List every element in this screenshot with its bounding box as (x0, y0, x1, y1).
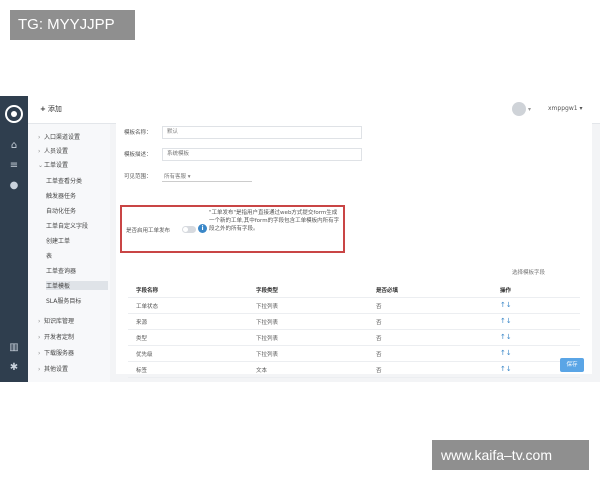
sidebar-item-developer[interactable]: › 开发者定制 (38, 332, 74, 341)
main-panel: 模板名称： 默认 模板描述： 系统模板 可见范围： 所有客服 ▾ 是否启用工单发… (116, 120, 592, 378)
sidebar-item-label: 开发者定制 (44, 334, 75, 341)
sidebar-subitem-ticket-view[interactable]: 工单查看分类 (46, 176, 108, 185)
sidebar-item-staff[interactable]: › 人员设置 (38, 146, 68, 155)
app-window: ⌂ ≡ ● ▥ ✱ + 添加 ▾ xmppgw1 ▾ › 入口渠道设置 › 人员设置 … (0, 96, 600, 382)
template-desc-label: 模板描述： (124, 152, 152, 158)
table-header: 字段名称 字段类型 是否必填 操作 (128, 282, 580, 298)
scope-label: 可见范围： (124, 174, 152, 180)
reorder-icon[interactable]: ↑↓ (500, 301, 512, 309)
sidebar-item-label: 入口渠道设置 (44, 134, 81, 141)
sidebar-item-download-server[interactable]: › 下载服务器 (38, 348, 74, 357)
template-name-input[interactable]: 默认 (162, 126, 362, 139)
field-required: 否 (376, 304, 382, 310)
sidebar-item-label: 工单设置 (44, 162, 69, 169)
home-icon[interactable]: ⌂ (8, 140, 20, 152)
scope-select-underline (162, 181, 252, 182)
user-menu[interactable]: xmppgw1 ▾ (548, 105, 582, 112)
sidebar-subitem-triggers[interactable]: 触发器任务 (46, 191, 108, 200)
sidebar-subitem-table[interactable]: 表 (46, 251, 108, 260)
sidebar: › 入口渠道设置 › 人员设置 ⌄工单设置 工单查看分类 触发器任务 自动化任务 工… (28, 124, 110, 382)
sidebar-item-entry-channels[interactable]: › 入口渠道设置 (38, 132, 80, 141)
field-type: 下拉列表 (256, 336, 279, 342)
table-row: 来源 下拉列表 否 ↑↓ (128, 314, 580, 330)
watermark-bottom: www.kaifa–tv.com (432, 440, 589, 470)
table-row: 类型 下拉列表 否 ↑↓ (128, 330, 580, 346)
field-required: 否 (376, 336, 382, 342)
sidebar-subitem-create-ticket[interactable]: 创建工单 (46, 236, 108, 245)
field-name: 来源 (136, 320, 148, 326)
sidebar-subitem-automation[interactable]: 自动化任务 (46, 206, 108, 215)
reorder-icon[interactable]: ↑↓ (500, 333, 512, 341)
save-button[interactable]: 保存 (560, 358, 584, 372)
chevron-down-icon: ▾ (187, 174, 191, 180)
column-header: 字段名称 (136, 288, 159, 294)
sidebar-item-label: 知识库管理 (44, 318, 75, 325)
sidebar-subitem-custom-fields[interactable]: 工单自定义字段 (46, 221, 108, 230)
sidebar-item-ticket-settings[interactable]: ⌄工单设置 (38, 160, 68, 169)
info-icon[interactable]: i (198, 224, 207, 233)
add-button-label: 添加 (47, 105, 62, 113)
reorder-icon[interactable]: ↑↓ (500, 317, 512, 325)
sidebar-item-other-settings[interactable]: › 其他设置 (38, 364, 68, 373)
toggle-label: 是否启用工单发布 (126, 228, 171, 234)
sidebar-subitem-sla[interactable]: SLA服务目标 (46, 296, 108, 305)
sidebar-item-label: 下载服务器 (44, 350, 75, 357)
column-header: 操作 (500, 288, 512, 294)
field-type: 下拉列表 (256, 304, 279, 310)
reorder-icon[interactable]: ↑↓ (500, 349, 512, 357)
settings-icon[interactable]: ✱ (8, 362, 20, 374)
field-name: 工单状态 (136, 304, 159, 310)
publish-toggle[interactable] (182, 226, 196, 233)
list-icon[interactable]: ≡ (8, 160, 20, 172)
column-header: 字段类型 (256, 288, 279, 294)
tooltip-text: "工单发布"是指用户直接通过web方式提交form生成一个新的工单,其中form… (209, 210, 340, 232)
sidebar-subitem-ticket-template[interactable]: 工单模板 (46, 281, 108, 290)
scope-select-value: 所有客服 (164, 174, 187, 180)
field-name: 优先级 (136, 352, 153, 358)
chart-icon[interactable]: ▥ (8, 342, 20, 354)
chevron-down-icon[interactable]: ▾ (528, 106, 531, 113)
field-type: 下拉列表 (256, 352, 279, 358)
select-template-fields-link[interactable]: 选择模板字段 (512, 268, 545, 276)
sidebar-item-label: 其他设置 (44, 366, 69, 373)
table-row: 标签 文本 否 ↑↓ (128, 362, 580, 378)
field-required: 否 (376, 352, 382, 358)
chat-icon[interactable]: ● (8, 180, 20, 192)
field-type: 文本 (256, 368, 268, 374)
field-required: 否 (376, 368, 382, 374)
watermark-top: TG: MYYJJPP (10, 10, 135, 40)
field-type: 下拉列表 (256, 320, 279, 326)
field-name: 标签 (136, 368, 148, 374)
column-header: 是否必填 (376, 288, 399, 294)
sidebar-item-label: 人员设置 (44, 148, 69, 155)
field-name: 类型 (136, 336, 148, 342)
field-required: 否 (376, 320, 382, 326)
table-row: 工单状态 下拉列表 否 ↑↓ (128, 298, 580, 314)
sidebar-item-knowledge-base[interactable]: › 知识库管理 (38, 316, 74, 325)
nav-rail: ⌂ ≡ ● ▥ ✱ (0, 96, 28, 382)
table-row: 优先级 下拉列表 否 ↑↓ (128, 346, 580, 362)
plus-icon: + (40, 105, 46, 113)
sidebar-subitem-ticket-query[interactable]: 工单查询器 (46, 266, 108, 275)
template-desc-input[interactable]: 系统模板 (162, 148, 362, 161)
logo-icon (5, 105, 23, 123)
template-name-label: 模板名称： (124, 130, 152, 136)
user-name: xmppgw1 (548, 105, 578, 112)
status-icon[interactable] (512, 102, 526, 116)
reorder-icon[interactable]: ↑↓ (500, 365, 512, 373)
scope-select[interactable]: 所有客服 ▾ (164, 172, 191, 180)
add-button[interactable]: + 添加 (40, 104, 62, 114)
